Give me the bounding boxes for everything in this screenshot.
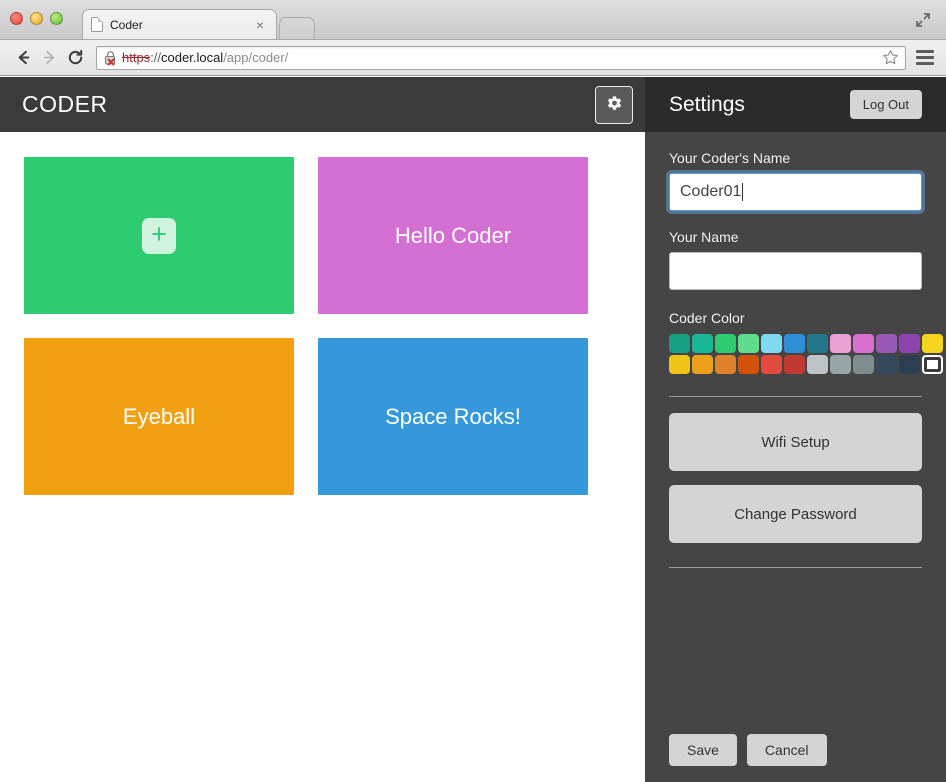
settings-title: Settings (669, 92, 745, 116)
color-swatch-13[interactable] (692, 355, 713, 374)
address-bar[interactable]: https://coder.local/app/coder/ (96, 45, 906, 70)
color-swatch-4[interactable] (761, 334, 782, 353)
text-caret (742, 183, 744, 201)
divider-above-wifi (669, 396, 922, 397)
settings-body: Your Coder's Name Coder01 Your Name Code… (645, 132, 946, 734)
app-tile-hello-coder[interactable]: Hello Coder (318, 157, 588, 314)
app-tile-grid: + Hello Coder Eyeball Space Rocks! (0, 132, 645, 782)
color-swatch-2[interactable] (715, 334, 736, 353)
cancel-button[interactable]: Cancel (746, 734, 827, 766)
app-header: CODER (0, 77, 645, 132)
new-tab-button[interactable] (278, 17, 316, 39)
color-swatch-22[interactable] (899, 355, 920, 374)
color-swatch-23[interactable] (922, 355, 943, 374)
coder-app-column: CODER + Hello Coder Eyeball Space Rocks! (0, 77, 645, 782)
app-tile-add[interactable]: + (24, 157, 294, 314)
color-swatch-3[interactable] (738, 334, 759, 353)
browser-window: Coder × https://coder.local/app/coder/ C… (0, 0, 946, 782)
coder-color-section: Coder Color (669, 310, 943, 374)
gear-icon[interactable] (595, 85, 633, 124)
color-swatch-grid (669, 334, 943, 374)
color-swatch-17[interactable] (784, 355, 805, 374)
url-host: coder.local (161, 50, 224, 65)
browser-titlebar: Coder × (0, 0, 946, 40)
window-maximize-button[interactable] (50, 12, 63, 25)
page-viewport: CODER + Hello Coder Eyeball Space Rocks!… (0, 77, 946, 782)
color-swatch-8[interactable] (853, 334, 874, 353)
your-name-field-block: Your Name (669, 229, 922, 290)
color-swatch-19[interactable] (830, 355, 851, 374)
color-swatch-0[interactable] (669, 334, 690, 353)
coder-name-field-block: Your Coder's Name Coder01 (669, 150, 922, 211)
settings-panel: Settings Log Out Your Coder's Name Coder… (645, 77, 946, 782)
url-scheme: https (122, 50, 151, 65)
page-favicon-icon (91, 17, 103, 32)
color-swatch-12[interactable] (669, 355, 690, 374)
browser-toolbar: https://coder.local/app/coder/ (0, 40, 946, 76)
change-password-button[interactable]: Change Password (669, 485, 922, 543)
insecure-lock-icon[interactable] (103, 50, 118, 66)
color-swatch-14[interactable] (715, 355, 736, 374)
url-separator: :// (150, 50, 162, 65)
window-controls (10, 12, 63, 25)
color-swatch-18[interactable] (807, 355, 828, 374)
app-tile-space-rocks[interactable]: Space Rocks! (318, 338, 588, 495)
color-swatch-16[interactable] (761, 355, 782, 374)
url-text: https://coder.local/app/coder/ (122, 50, 882, 65)
url-path: /app/coder/ (223, 50, 289, 65)
add-tile-glyph: + (151, 218, 167, 249)
color-swatch-10[interactable] (899, 334, 920, 353)
color-swatch-15[interactable] (738, 355, 759, 374)
color-swatch-6[interactable] (807, 334, 828, 353)
browser-tab-coder[interactable]: Coder × (82, 9, 277, 39)
hamburger-menu-icon[interactable] (914, 47, 936, 69)
forward-arrow-icon[interactable] (36, 45, 62, 71)
coder-name-input[interactable]: Coder01 (669, 173, 922, 211)
settings-footer: Save Cancel (645, 734, 946, 782)
settings-header: Settings Log Out (645, 77, 946, 132)
coder-color-label: Coder Color (669, 310, 745, 326)
color-swatch-1[interactable] (692, 334, 713, 353)
tile-label: Space Rocks! (385, 403, 521, 429)
reload-icon[interactable] (62, 45, 88, 71)
color-swatch-11[interactable] (922, 334, 943, 353)
app-tile-eyeball[interactable]: Eyeball (24, 338, 294, 495)
your-name-input[interactable] (669, 252, 922, 290)
plus-icon: + (142, 217, 176, 254)
color-swatch-20[interactable] (853, 355, 874, 374)
window-close-button[interactable] (10, 12, 23, 25)
save-button[interactable]: Save (669, 734, 737, 766)
app-logo: CODER (22, 91, 108, 117)
star-icon[interactable] (882, 49, 899, 66)
tile-label: Hello Coder (394, 222, 512, 248)
color-swatch-21[interactable] (876, 355, 897, 374)
color-swatch-5[interactable] (784, 334, 805, 353)
coder-name-value: Coder01 (680, 183, 742, 200)
log-out-button[interactable]: Log Out (849, 90, 922, 119)
fullscreen-expand-icon[interactable] (914, 11, 932, 29)
tab-strip: Coder × (82, 9, 316, 39)
color-swatch-9[interactable] (876, 334, 897, 353)
wifi-setup-button[interactable]: Wifi Setup (669, 413, 922, 471)
tile-label: Eyeball (122, 403, 196, 429)
window-minimize-button[interactable] (30, 12, 43, 25)
close-icon[interactable]: × (252, 18, 268, 32)
divider-below-password (669, 567, 922, 568)
tab-title: Coder (110, 17, 143, 32)
color-swatch-7[interactable] (830, 334, 851, 353)
back-arrow-icon[interactable] (10, 45, 36, 71)
your-name-label: Your Name (669, 229, 739, 245)
coder-name-label: Your Coder's Name (669, 150, 791, 166)
